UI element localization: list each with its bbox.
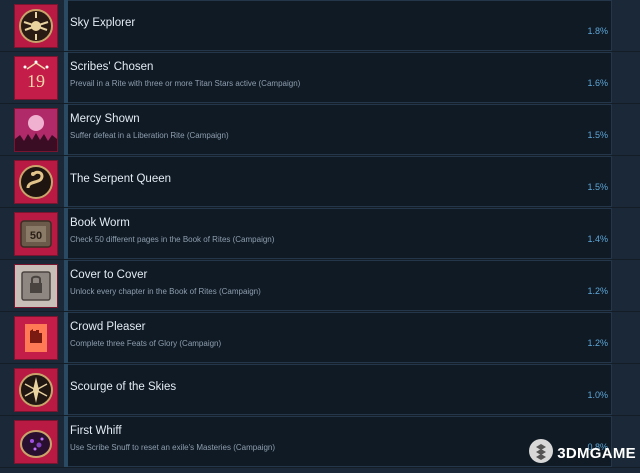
sky-sigil-icon xyxy=(14,368,58,412)
achievement-title: Book Worm xyxy=(70,217,130,229)
unlock-percent: 1.5% xyxy=(587,182,608,192)
achievement-title: Scribes' Chosen xyxy=(70,61,154,73)
achievement-title: First Whiff xyxy=(70,425,122,437)
3dm-logo-icon xyxy=(528,438,554,469)
svg-text:19: 19 xyxy=(27,71,45,91)
achievement-row[interactable]: Mercy Shown Suffer defeat in a Liberatio… xyxy=(0,104,640,156)
unlock-percent: 1.5% xyxy=(587,130,608,140)
watermark: 3DMGAME xyxy=(528,438,636,469)
achievement-description: Check 50 different pages in the Book of … xyxy=(70,235,275,244)
achievement-description: Complete three Feats of Glory (Campaign) xyxy=(70,339,222,348)
unlock-percent: 1.8% xyxy=(587,26,608,36)
svg-text:50: 50 xyxy=(30,230,42,242)
achievement-title: Sky Explorer xyxy=(70,17,136,29)
achievement-list: Sky Explorer 1.8% 19 Scribes' Chosen Pre… xyxy=(0,0,640,468)
unlock-percent: 1.2% xyxy=(587,286,608,296)
achievement-description: Prevail in a Rite with three or more Tit… xyxy=(70,79,301,88)
achievement-title: The Serpent Queen xyxy=(70,173,172,185)
moon-crowd-icon xyxy=(14,108,58,152)
book-50-icon: 50 xyxy=(14,212,58,256)
achievement-row[interactable]: Cover to Cover Unlock every chapter in t… xyxy=(0,260,640,312)
snuff-box-icon xyxy=(14,420,58,464)
achievement-description: Suffer defeat in a Liberation Rite (Camp… xyxy=(70,131,229,140)
locked-book-icon xyxy=(14,264,58,308)
achievement-description: Use Scribe Snuff to reset an exile's Mas… xyxy=(70,443,276,452)
unlock-percent: 1.0% xyxy=(587,390,608,400)
raised-fist-icon xyxy=(14,316,58,360)
achievement-description: Unlock every chapter in the Book of Rite… xyxy=(70,287,261,296)
achievement-row[interactable]: Crowd Pleaser Complete three Feats of Gl… xyxy=(0,312,640,364)
achievement-title: Cover to Cover xyxy=(70,269,148,281)
unlock-percent: 1.2% xyxy=(587,338,608,348)
achievement-row[interactable]: The Serpent Queen 1.5% xyxy=(0,156,640,208)
achievement-title: Crowd Pleaser xyxy=(70,321,146,333)
achievement-title: Mercy Shown xyxy=(70,113,140,125)
achievement-title: Scourge of the Skies xyxy=(70,381,177,393)
watermark-text: 3DMGAME xyxy=(557,445,636,462)
achievement-row[interactable]: Scourge of the Skies 1.0% xyxy=(0,364,640,416)
unlock-percent: 1.6% xyxy=(587,78,608,88)
achievement-row[interactable]: 19 Scribes' Chosen Prevail in a Rite wit… xyxy=(0,52,640,104)
unlock-percent: 1.4% xyxy=(587,234,608,244)
serpent-icon xyxy=(14,160,58,204)
achievement-row[interactable]: Sky Explorer 1.8% xyxy=(0,0,640,52)
achievement-row[interactable]: 50 Book Worm Check 50 different pages in… xyxy=(0,208,640,260)
titan-stars-icon: 19 xyxy=(14,56,58,100)
winged-emblem-icon xyxy=(14,4,58,48)
